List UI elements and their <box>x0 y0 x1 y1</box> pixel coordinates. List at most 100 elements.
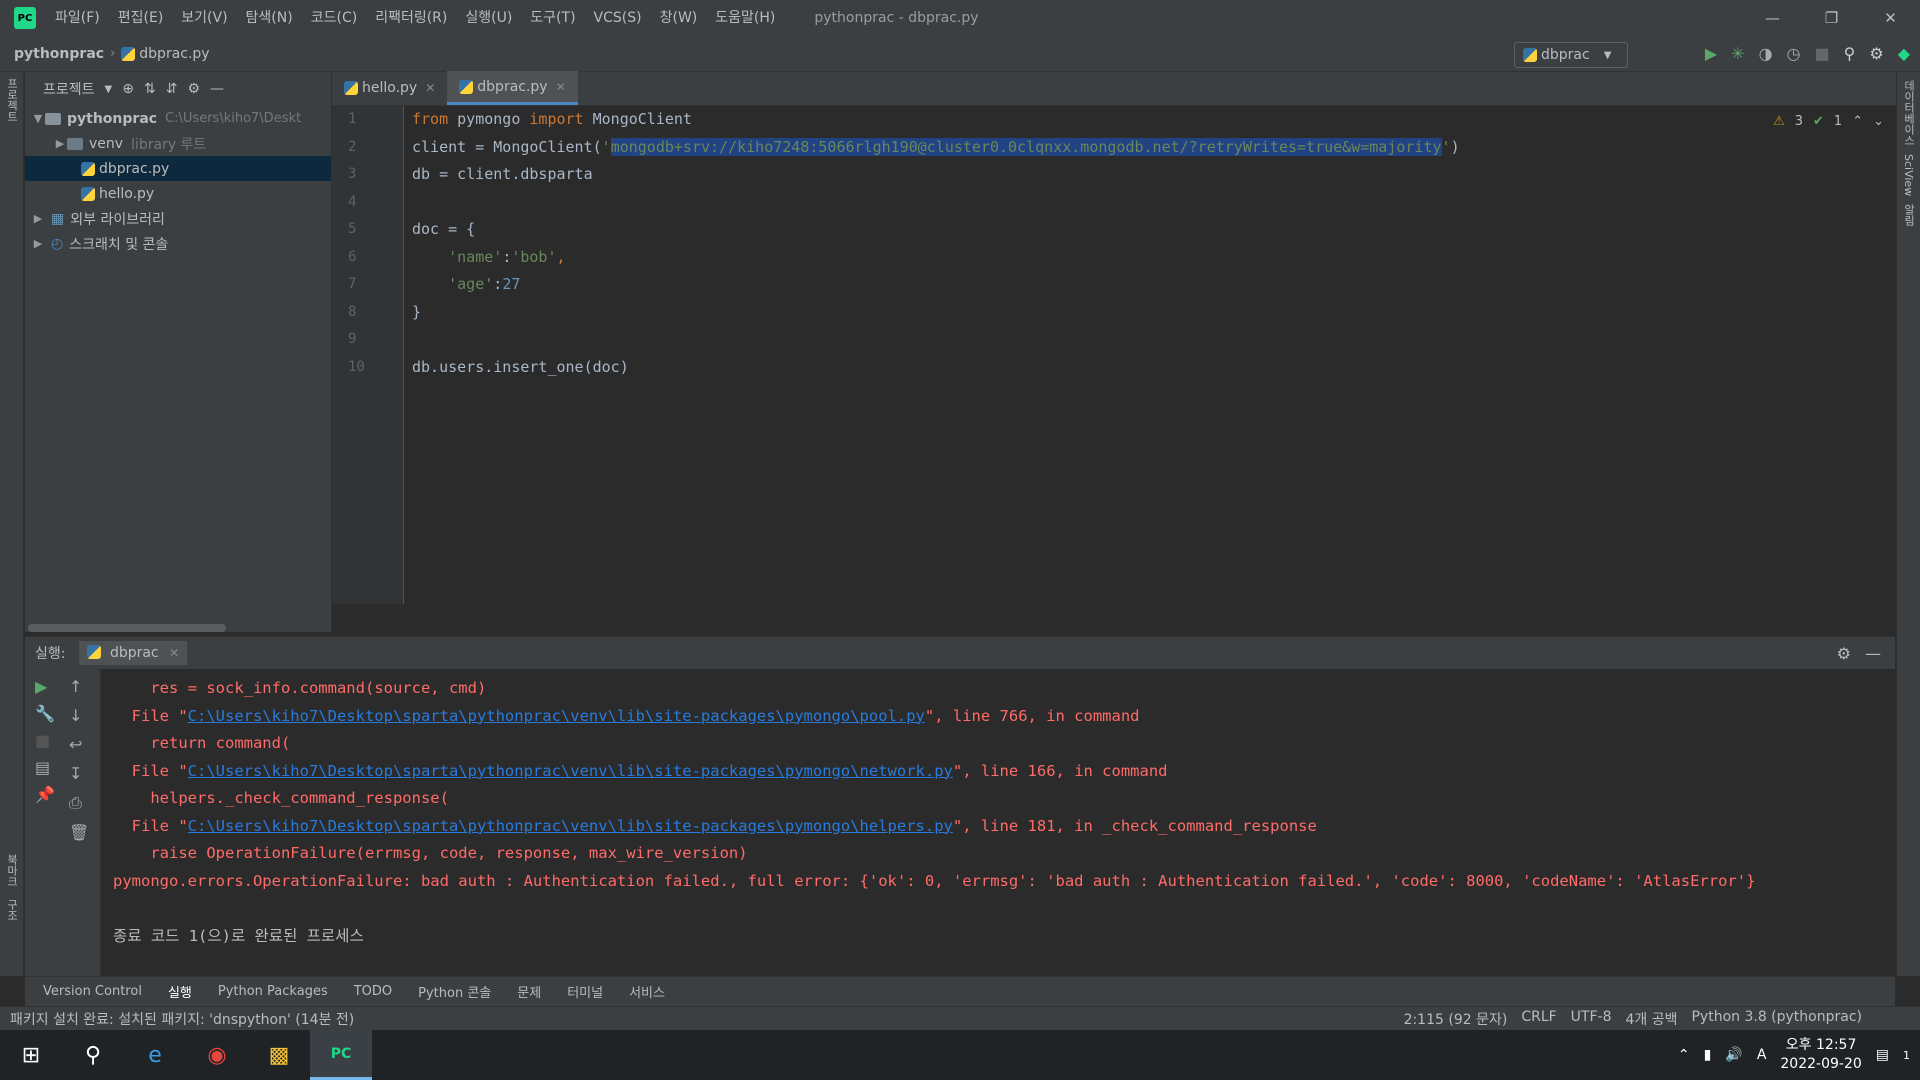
hide-icon[interactable]: — <box>1865 644 1881 663</box>
code-line[interactable] <box>412 326 1896 354</box>
plugin-icon[interactable]: ◆ <box>1898 44 1910 63</box>
menu-vcs[interactable]: VCS(S) <box>585 0 651 36</box>
search-icon[interactable]: ⚲ <box>62 1030 124 1080</box>
breadcrumb-project[interactable]: pythonprac <box>14 46 104 62</box>
run-icon[interactable]: ▶ <box>1705 44 1717 63</box>
tree-root[interactable]: ▼ pythonprac C:\Users\kiho7\Deskt <box>25 106 331 131</box>
hide-icon[interactable]: — <box>210 81 224 97</box>
tree-item-scratches[interactable]: ▶ ◴ 스크래치 및 콘솔 <box>25 231 331 256</box>
console-output[interactable]: res = sock_info.command(source, cmd) Fil… <box>113 675 1883 950</box>
internet-explorer-icon[interactable]: e <box>124 1030 186 1080</box>
tab-problems[interactable]: 문제 <box>517 982 541 1001</box>
chevron-down-icon[interactable]: ⌄ <box>1873 114 1884 129</box>
windows-start-icon[interactable]: ⊞ <box>0 1030 62 1080</box>
volume-icon[interactable]: 🔊 <box>1725 1047 1742 1063</box>
breadcrumb-file[interactable]: dbprac.py <box>139 46 209 62</box>
code-line[interactable]: doc = { <box>412 216 1896 244</box>
tree-item-hello[interactable]: hello.py <box>25 181 331 206</box>
status-message[interactable]: 패키지 설치 완료: 설치된 패키지: 'dnspython' (14분 전) <box>0 1009 1404 1029</box>
code-line[interactable]: from pymongo import MongoClient <box>412 106 1896 134</box>
tab-version-control[interactable]: Version Control <box>43 984 142 999</box>
restore-icon[interactable]: ❐ <box>1802 0 1861 36</box>
indent-setting[interactable]: 4개 공백 <box>1625 1009 1677 1029</box>
tree-item-dbprac[interactable]: dbprac.py <box>25 156 331 181</box>
project-view-select[interactable]: 프로젝트 <box>43 79 95 99</box>
menu-view[interactable]: 보기(V) <box>172 0 236 36</box>
menu-code[interactable]: 코드(C) <box>302 0 366 36</box>
collapse-all-icon[interactable]: ⇵ <box>166 81 178 97</box>
project-tool-tab[interactable]: 프로젝트 <box>4 72 20 128</box>
code-line[interactable]: db = client.dbsparta <box>412 161 1896 189</box>
pycharm-logo-icon[interactable]: PC <box>14 7 36 29</box>
gear-icon[interactable]: ⚙ <box>187 81 200 97</box>
stop-icon[interactable]: ■ <box>35 731 100 750</box>
code-line[interactable] <box>412 189 1896 217</box>
chevron-right-icon[interactable]: ▶ <box>31 237 45 250</box>
menu-file[interactable]: 파일(F) <box>46 0 109 36</box>
caret-position[interactable]: 2:115 (92 문자) <box>1404 1009 1508 1029</box>
project-horizontal-scrollbar[interactable] <box>28 624 226 632</box>
chrome-icon[interactable]: ◉ <box>186 1030 248 1080</box>
layout-icon[interactable]: ▤ <box>35 758 100 777</box>
menu-navigate[interactable]: 탐색(N) <box>237 0 302 36</box>
code-area[interactable]: from pymongo import MongoClient client =… <box>412 106 1896 604</box>
pin-icon[interactable]: 📌 <box>35 785 100 804</box>
tab-dbprac[interactable]: dbprac.py ✕ <box>447 71 578 105</box>
arrow-up-icon[interactable]: ↑ <box>69 677 89 696</box>
tab-python-console[interactable]: Python 콘솔 <box>418 982 491 1001</box>
sciview-tool-tab[interactable]: SciView <box>1902 154 1915 196</box>
menu-window[interactable]: 창(W) <box>651 0 707 36</box>
expand-all-icon[interactable]: ⇅ <box>144 81 156 97</box>
gear-icon[interactable]: ⚙ <box>1837 644 1851 663</box>
database-tool-tab[interactable]: 데이터베이스 <box>1901 80 1917 146</box>
tab-todo[interactable]: TODO <box>354 984 392 999</box>
inspection-widget[interactable]: ⚠ 3 ✔ 1 ⌃ ⌄ <box>1773 114 1884 129</box>
wrench-icon[interactable]: 🔧 <box>35 704 100 723</box>
close-icon[interactable]: ✕ <box>169 646 179 660</box>
arrow-down-icon[interactable]: ↓ <box>69 706 89 725</box>
stop-icon[interactable]: ■ <box>1815 44 1830 63</box>
code-line[interactable]: 'age':27 <box>412 271 1896 299</box>
file-link[interactable]: C:\Users\kiho7\Desktop\sparta\pythonprac… <box>188 762 953 780</box>
file-link[interactable]: C:\Users\kiho7\Desktop\sparta\pythonprac… <box>188 817 953 835</box>
chevron-right-icon[interactable]: ▶ <box>31 212 45 225</box>
ime-indicator[interactable]: A <box>1757 1047 1767 1063</box>
code-line[interactable]: client = MongoClient('mongodb+srv://kiho… <box>412 134 1896 162</box>
chevron-down-icon[interactable]: ▼ <box>31 112 45 125</box>
file-explorer-icon[interactable]: ▩ <box>248 1030 310 1080</box>
gear-icon[interactable]: ⚙ <box>1869 44 1883 63</box>
debug-icon[interactable]: ✳ <box>1731 44 1744 63</box>
locate-icon[interactable]: ⊕ <box>122 81 134 97</box>
chevron-right-icon[interactable]: ▶ <box>53 137 67 150</box>
menu-edit[interactable]: 편집(E) <box>109 0 173 36</box>
menu-tools[interactable]: 도구(T) <box>521 0 584 36</box>
clock[interactable]: 오후 12:57 2022-09-20 <box>1780 1036 1861 1074</box>
tab-python-packages[interactable]: Python Packages <box>218 984 328 999</box>
chevron-down-icon[interactable]: ▼ <box>105 84 113 95</box>
menu-refactor[interactable]: 리팩터링(R) <box>366 0 456 36</box>
tab-run[interactable]: 실행 <box>168 982 192 1001</box>
scroll-to-end-icon[interactable]: ↧ <box>69 764 89 783</box>
tab-hello[interactable]: hello.py ✕ <box>332 71 447 105</box>
pycharm-taskbar-icon[interactable]: PC <box>310 1030 372 1080</box>
run-tab[interactable]: dbprac ✕ <box>79 641 188 665</box>
selected-connection-string[interactable]: mongodb+srv://kiho7248:5066rlgh190@clust… <box>610 137 1442 156</box>
soft-wrap-icon[interactable]: ↩ <box>69 735 89 754</box>
bookmarks-tool-tab[interactable]: 북마크 <box>4 848 20 893</box>
tab-services[interactable]: 서비스 <box>629 982 665 1001</box>
profile-icon[interactable]: ◷ <box>1787 44 1801 63</box>
close-icon[interactable]: ✕ <box>425 81 435 95</box>
chevron-up-icon[interactable]: ⌃ <box>1678 1047 1690 1063</box>
tree-item-external-libraries[interactable]: ▶ ▦ 외부 라이브러리 <box>25 206 331 231</box>
trash-icon[interactable]: 🗑 <box>69 823 89 842</box>
tree-item-venv[interactable]: ▶ venv library 루트 <box>25 131 331 156</box>
minimize-icon[interactable]: — <box>1743 0 1802 36</box>
code-line[interactable]: db.users.insert_one(doc) <box>412 354 1896 382</box>
print-icon[interactable]: ⎙ <box>69 793 89 813</box>
menu-run[interactable]: 실행(U) <box>456 0 521 36</box>
close-icon[interactable]: ✕ <box>556 80 566 94</box>
rerun-icon[interactable]: ▶ <box>35 677 100 696</box>
notifications-tool-tab[interactable]: 알림 <box>1901 204 1917 226</box>
battery-icon[interactable]: ▮ <box>1704 1047 1712 1063</box>
run-configuration-select[interactable]: dbprac ▼ <box>1514 42 1628 68</box>
